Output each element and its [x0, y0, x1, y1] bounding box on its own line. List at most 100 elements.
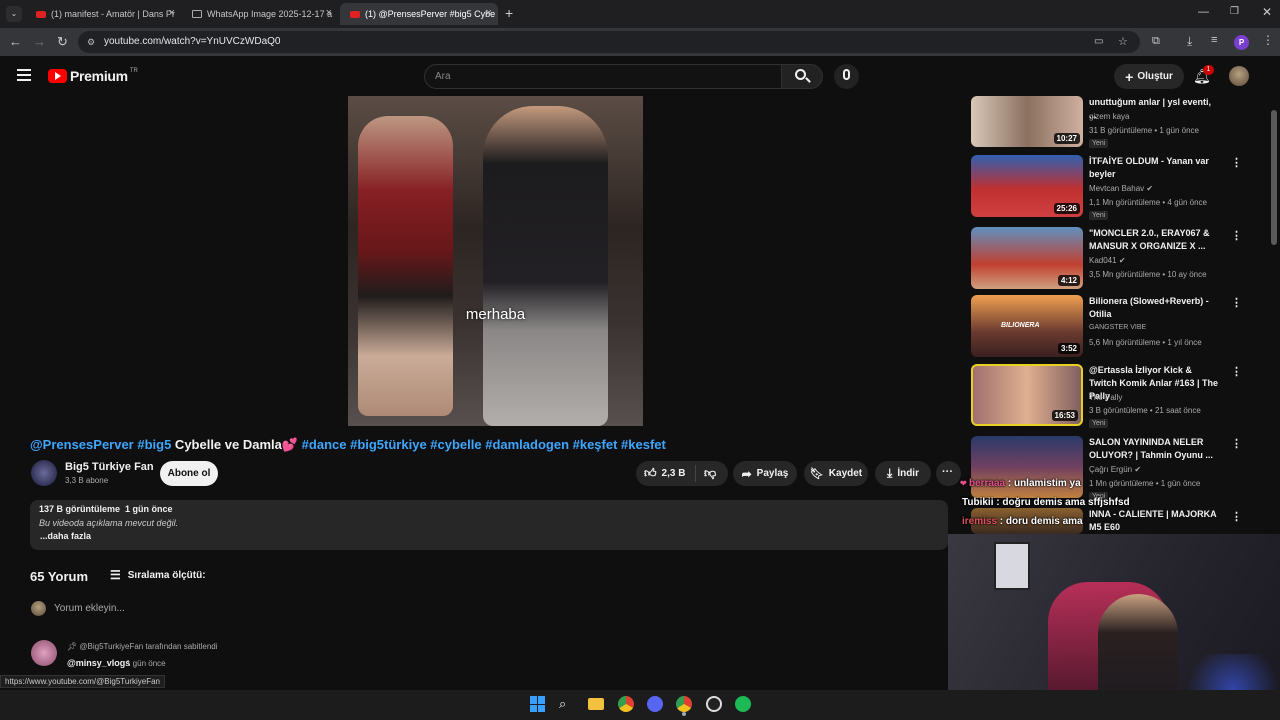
video-duration: 10:27 — [1053, 133, 1080, 144]
reload-icon[interactable]: ↻ — [57, 34, 68, 50]
bookmark-icon: 🔖︎ — [809, 468, 824, 480]
recommended-channel[interactable]: GANGSTER VIBE — [1089, 324, 1146, 331]
save-button[interactable]: 🔖︎ Kaydet — [804, 461, 868, 486]
comment-author-avatar[interactable] — [31, 640, 57, 666]
item-menu-icon[interactable]: ⋮ — [1231, 156, 1242, 169]
forward-icon[interactable]: → — [33, 34, 46, 49]
channel-name[interactable]: Big5 Türkiye Fan — [65, 461, 154, 473]
recommended-channel[interactable]: The Pally — [1089, 393, 1122, 402]
discord-icon[interactable] — [647, 696, 663, 712]
youtube-play-logo-icon — [48, 69, 67, 83]
item-menu-icon[interactable]: ⋮ — [1231, 296, 1242, 309]
description-box[interactable]: 137 B görüntüleme 1 gün önce Bu videoda … — [30, 500, 948, 550]
youtube-premium-logo[interactable]: Premium TR — [48, 68, 138, 84]
recommended-video-title[interactable]: SALON YAYININDA NELER OLUYOR? | Tahmin O… — [1089, 436, 1219, 462]
search-input[interactable]: Ara — [424, 64, 782, 89]
dislike-button[interactable]: 👎︎ — [696, 466, 716, 481]
item-menu-icon[interactable]: ⋮ — [1231, 365, 1242, 378]
chrome-active-icon[interactable] — [676, 696, 692, 712]
video-thumbnail[interactable]: BILIONERA 3:52 — [971, 295, 1083, 357]
address-bar[interactable]: ⚙ youtube.com/watch?v=YnUVCzWDaQ0 ▭ ☆ — [78, 31, 1140, 53]
browser-tab-2[interactable]: WhatsApp Image 2025-12-17 a × — [182, 3, 338, 25]
recommended-video-title[interactable]: Bilionera (Slowed+Reverb) - Otilia — [1089, 295, 1219, 321]
item-menu-icon[interactable]: ⋮ — [1231, 229, 1242, 242]
video-duration: 4:12 — [1057, 275, 1080, 286]
channel-avatar[interactable] — [31, 460, 57, 486]
show-more-link[interactable]: ...daha fazla — [40, 531, 91, 541]
video-thumbnail[interactable]: 4:12 — [971, 227, 1083, 289]
chrome-icon[interactable] — [618, 696, 634, 712]
plus-icon: + — [1125, 68, 1134, 85]
video-player[interactable]: merhaba — [348, 96, 643, 426]
new-badge: Yeni — [1089, 211, 1109, 220]
item-menu-icon[interactable]: ⋮ — [1231, 510, 1242, 523]
minimize-window-icon[interactable]: — — [1198, 6, 1209, 18]
views-and-date: 137 B görüntüleme 1 gün önce — [39, 504, 173, 514]
recommended-stats: 5,6 Mn görüntüleme • 1 yıl önce — [1089, 338, 1202, 347]
like-button[interactable]: 👍︎ 2,3 B — [636, 465, 696, 482]
close-window-icon[interactable]: ✕ — [1262, 5, 1272, 19]
search-button[interactable] — [781, 64, 823, 89]
verified-check-icon: ✔ — [1146, 184, 1154, 193]
share-button[interactable]: ➦ Paylaş — [733, 461, 797, 486]
title-hashtags[interactable]: #dance #big5türkiye #cybelle #damladogen… — [302, 437, 666, 452]
site-info-icon[interactable]: ⚙ — [87, 31, 95, 53]
spotify-icon[interactable] — [735, 696, 751, 712]
notification-count-badge: 1 — [1203, 65, 1214, 75]
share-icon: ➦ — [741, 466, 752, 481]
browser-tab-3[interactable]: (1) @PrensesPerver #big5 Cybe × — [340, 3, 498, 25]
file-explorer-icon[interactable] — [588, 698, 604, 710]
bookmark-star-icon[interactable]: ☆ — [1118, 31, 1128, 53]
item-menu-icon[interactable]: ⋮ — [1231, 437, 1242, 450]
tab-search-chevron-icon[interactable]: ⌄ — [6, 6, 22, 22]
close-tab-icon[interactable]: × — [169, 7, 175, 19]
download-button[interactable]: ⤓ İndir — [875, 461, 931, 486]
recommended-video-title[interactable]: "MONCLER 2.0., ERAY067 & MANSUR X ORGANI… — [1089, 227, 1219, 253]
windows-start-icon[interactable] — [530, 696, 546, 712]
comment-count: 65 Yorum — [30, 569, 89, 584]
recommended-stats: 1,1 Mn görüntüleme • 4 gün önce — [1089, 198, 1207, 207]
media-control-icon[interactable]: ≡ — [1211, 34, 1217, 46]
profile-avatar[interactable]: P — [1234, 35, 1249, 50]
pin-icon: 📌︎ — [67, 642, 80, 651]
youtube-favicon-icon — [36, 10, 46, 18]
sort-comments-button[interactable]: ☰ Sıralama ölçütü: — [110, 568, 206, 582]
like-count: 2,3 B — [661, 468, 686, 479]
downloads-icon[interactable]: ⤓ — [1187, 34, 1192, 49]
taskbar-search-icon[interactable]: ⌕ — [559, 696, 575, 712]
close-tab-icon[interactable]: × — [326, 7, 332, 19]
add-comment-input[interactable]: Yorum ekleyin... — [54, 603, 125, 614]
title-mention-tags[interactable]: @PrensesPerver #big5 — [30, 437, 171, 452]
sort-icon: ☰ — [110, 568, 121, 582]
subscribe-button[interactable]: Abone ol — [160, 461, 218, 486]
description-text: Bu videoda açıklama mevcut değil. — [39, 518, 179, 528]
video-duration: 25:26 — [1053, 203, 1080, 214]
video-thumbnail[interactable]: 25:26 — [971, 155, 1083, 217]
new-tab-icon[interactable]: + — [505, 5, 513, 21]
recommended-channel[interactable]: gizem kaya — [1089, 112, 1129, 121]
obs-icon[interactable] — [706, 696, 722, 712]
recommended-channel[interactable]: Kad041 ✔ — [1089, 256, 1126, 265]
comment-author[interactable]: @minsy_vlogs — [67, 658, 130, 668]
create-button[interactable]: + Oluştur — [1114, 64, 1184, 89]
recommended-channel[interactable]: Çağrı Ergün ✔ — [1089, 465, 1141, 474]
recommended-video-title[interactable]: INNA - CALIENTE | MAJORKA M5 E60 — [1089, 508, 1219, 534]
extensions-icon[interactable]: ⧉ — [1152, 35, 1160, 48]
video-thumbnail[interactable]: 16:53 — [971, 364, 1083, 426]
video-thumbnail[interactable]: 10:27 — [971, 96, 1083, 147]
close-tab-icon[interactable]: × — [486, 7, 492, 19]
account-avatar[interactable] — [1229, 66, 1249, 86]
voice-search-button[interactable] — [834, 64, 859, 89]
more-actions-button[interactable]: ··· — [936, 461, 961, 486]
browser-tab-title: (1) manifest - Amatör | Dans Pr — [51, 9, 175, 19]
hamburger-menu-icon[interactable] — [17, 69, 31, 81]
browser-tab-1[interactable]: (1) manifest - Amatör | Dans Pr × — [26, 3, 181, 25]
browser-menu-icon[interactable]: ⋮ — [1262, 33, 1274, 47]
recommended-video-title[interactable]: İTFAİYE OLDUM - Yanan var beyler — [1089, 155, 1219, 181]
restore-window-icon[interactable]: ❐ — [1230, 6, 1239, 17]
chat-message: iremiss : doru demis ama — [962, 516, 1083, 527]
cast-icon[interactable]: ▭ — [1094, 31, 1103, 53]
recommended-channel[interactable]: Mevtcan Bahav ✔ — [1089, 184, 1153, 193]
sidebar-scrollbar[interactable] — [1271, 110, 1277, 245]
back-icon[interactable]: ← — [9, 34, 22, 49]
